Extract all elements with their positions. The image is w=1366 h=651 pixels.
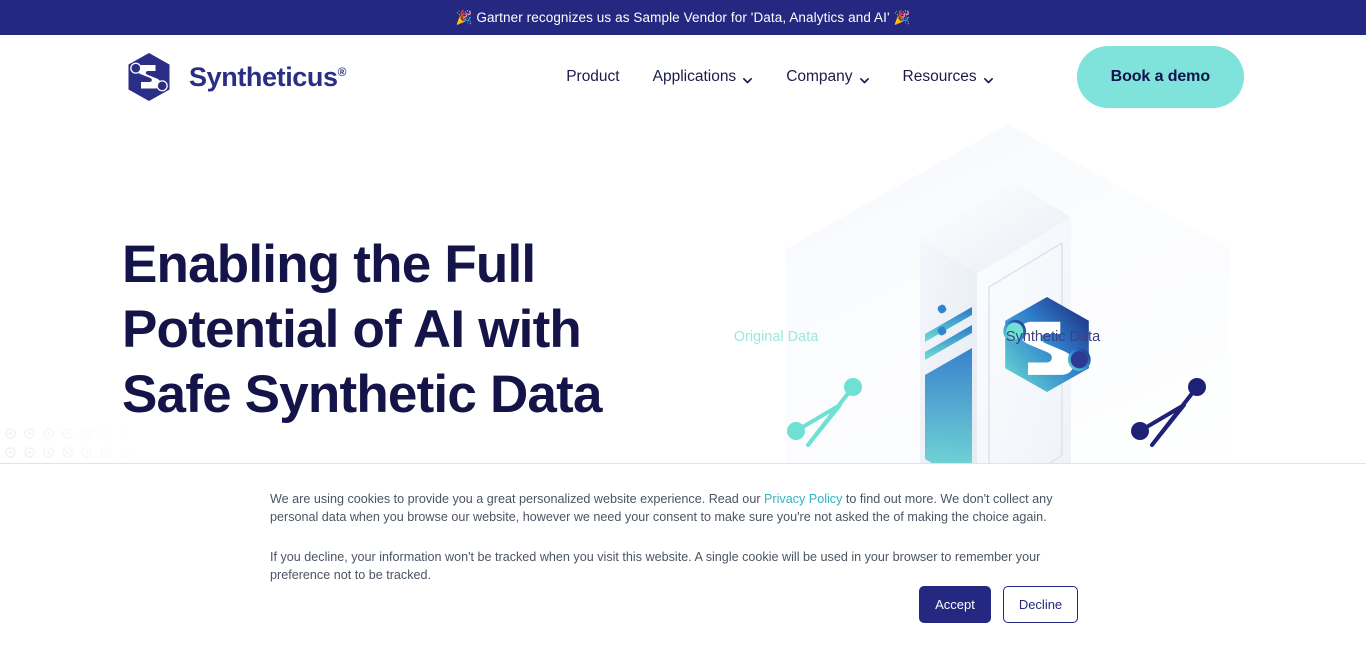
original-data-caption: Original Data	[706, 329, 846, 345]
registered-mark: ®	[337, 64, 347, 79]
primary-navigation: Product Applications Company Resources B…	[566, 46, 1244, 108]
nav-item-company-label: Company	[786, 68, 853, 85]
nav-item-product-label: Product	[566, 68, 620, 85]
book-a-demo-button[interactable]: Book a demo	[1076, 46, 1244, 108]
synthetic-data-caption: Synthetic Data	[978, 329, 1128, 345]
announcement-bar: 🎉 Gartner recognizes us as Sample Vendor…	[0, 0, 1366, 35]
cookie-text-before-link: We are using cookies to provide you a gr…	[270, 492, 765, 506]
site-header: Syntheticus® Product Applications Compan…	[0, 35, 1366, 119]
announcement-text: 🎉 Gartner recognizes us as Sample Vendor…	[455, 9, 911, 25]
brand-name-text: Syntheticus	[189, 61, 338, 92]
nav-item-applications-label: Applications	[652, 68, 737, 85]
nav-item-resources[interactable]: Resources	[903, 68, 994, 86]
accept-cookies-button[interactable]: Accept	[919, 586, 991, 623]
hero-headline: Enabling the Full Potential of AI with S…	[122, 235, 602, 424]
nav-item-product[interactable]: Product	[566, 68, 619, 86]
nav-item-resources-label: Resources	[902, 68, 977, 85]
hero-section: Enabling the Full Potential of AI with S…	[0, 119, 1366, 651]
cookie-consent-banner: We are using cookies to provide you a gr…	[0, 463, 1366, 651]
brand-wordmark: Syntheticus®	[189, 61, 347, 92]
cookie-paragraph-1: We are using cookies to provide you a gr…	[270, 490, 1082, 526]
chevron-down-icon	[859, 73, 870, 84]
brand-logo-link[interactable]: Syntheticus®	[122, 51, 347, 103]
nav-item-company[interactable]: Company	[786, 68, 869, 86]
cookie-paragraph-2: If you decline, your information won't b…	[270, 550, 1041, 582]
syntheticus-hexagon-logo-icon	[122, 51, 176, 103]
synthetic-data-label: Synthetic Data	[1005, 329, 1101, 345]
nav-item-applications[interactable]: Applications	[653, 68, 754, 86]
chevron-down-icon	[742, 73, 753, 84]
chevron-down-icon	[983, 73, 994, 84]
privacy-policy-link[interactable]: Privacy Policy	[764, 492, 842, 506]
original-data-label: Original Data	[733, 329, 819, 345]
decline-cookies-button[interactable]: Decline	[1003, 586, 1078, 623]
cookie-actions: Accept Decline	[919, 586, 1078, 623]
